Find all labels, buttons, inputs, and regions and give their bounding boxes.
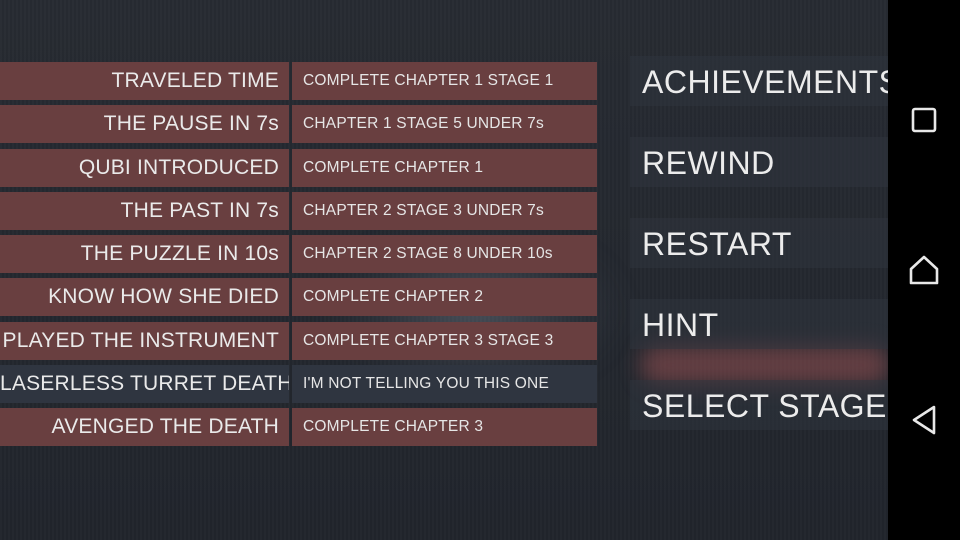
achievement-description: COMPLETE CHAPTER 1 STAGE 1 bbox=[292, 62, 597, 100]
achievement-row: KNOW HOW SHE DIED COMPLETE CHAPTER 2 bbox=[0, 278, 598, 317]
game-screen: TRAVELED TIME COMPLETE CHAPTER 1 STAGE 1… bbox=[0, 0, 888, 540]
select-stage-button[interactable]: SELECT STAGE bbox=[630, 380, 888, 430]
achievement-name: THE PAUSE IN 7s bbox=[0, 105, 289, 144]
achievement-row: THE PAST IN 7s CHAPTER 2 STAGE 3 UNDER 7… bbox=[0, 191, 598, 230]
achievement-name: AVENGED THE DEATH bbox=[0, 408, 289, 447]
achievement-row: QUBI INTRODUCED COMPLETE CHAPTER 1 bbox=[0, 148, 598, 187]
achievement-description: CHAPTER 1 STAGE 5 UNDER 7s bbox=[292, 105, 597, 144]
achievement-name: PLAYED THE INSTRUMENT bbox=[0, 321, 289, 360]
achievement-row: THE PUZZLE IN 10s CHAPTER 2 STAGE 8 UNDE… bbox=[0, 235, 598, 274]
restart-button[interactable]: RESTART bbox=[630, 218, 888, 268]
achievement-description: COMPLETE CHAPTER 3 STAGE 3 bbox=[292, 321, 597, 360]
achievement-row: AVENGED THE DEATH COMPLETE CHAPTER 3 bbox=[0, 408, 598, 447]
achievement-description: I'M NOT TELLING YOU THIS ONE bbox=[292, 365, 597, 404]
achievement-row-locked: LASERLESS TURRET DEATH I'M NOT TELLING Y… bbox=[0, 365, 598, 404]
back-button[interactable] bbox=[888, 384, 960, 456]
achievement-description: COMPLETE CHAPTER 2 bbox=[292, 278, 597, 317]
achievement-name: THE PAST IN 7s bbox=[0, 191, 289, 230]
achievement-name: TRAVELED TIME bbox=[0, 62, 289, 100]
pause-menu: ACHIEVEMENTS REWIND RESTART HINT SELECT … bbox=[630, 56, 888, 461]
hint-button[interactable]: HINT bbox=[630, 299, 888, 349]
home-icon bbox=[909, 255, 939, 285]
achievement-row: TRAVELED TIME COMPLETE CHAPTER 1 STAGE 1 bbox=[0, 62, 598, 100]
achievements-button[interactable]: ACHIEVEMENTS bbox=[630, 56, 888, 106]
recents-button[interactable] bbox=[888, 84, 960, 156]
achievement-name: THE PUZZLE IN 10s bbox=[0, 235, 289, 274]
achievement-description: COMPLETE CHAPTER 1 bbox=[292, 148, 597, 187]
achievement-description: CHAPTER 2 STAGE 8 UNDER 10s bbox=[292, 235, 597, 274]
achievements-list: TRAVELED TIME COMPLETE CHAPTER 1 STAGE 1… bbox=[0, 62, 598, 452]
home-button[interactable] bbox=[888, 234, 960, 306]
achievement-name: QUBI INTRODUCED bbox=[0, 148, 289, 187]
square-recents-icon bbox=[911, 107, 937, 133]
achievement-row: PLAYED THE INSTRUMENT COMPLETE CHAPTER 3… bbox=[0, 321, 598, 360]
achievement-name: LASERLESS TURRET DEATH bbox=[0, 365, 289, 404]
android-navigation-bar bbox=[888, 0, 960, 540]
rewind-button[interactable]: REWIND bbox=[630, 137, 888, 187]
achievement-row: THE PAUSE IN 7s CHAPTER 1 STAGE 5 UNDER … bbox=[0, 105, 598, 144]
achievement-description: CHAPTER 2 STAGE 3 UNDER 7s bbox=[292, 191, 597, 230]
triangle-back-icon bbox=[912, 405, 936, 435]
achievement-description: COMPLETE CHAPTER 3 bbox=[292, 408, 597, 447]
achievement-name: KNOW HOW SHE DIED bbox=[0, 278, 289, 317]
